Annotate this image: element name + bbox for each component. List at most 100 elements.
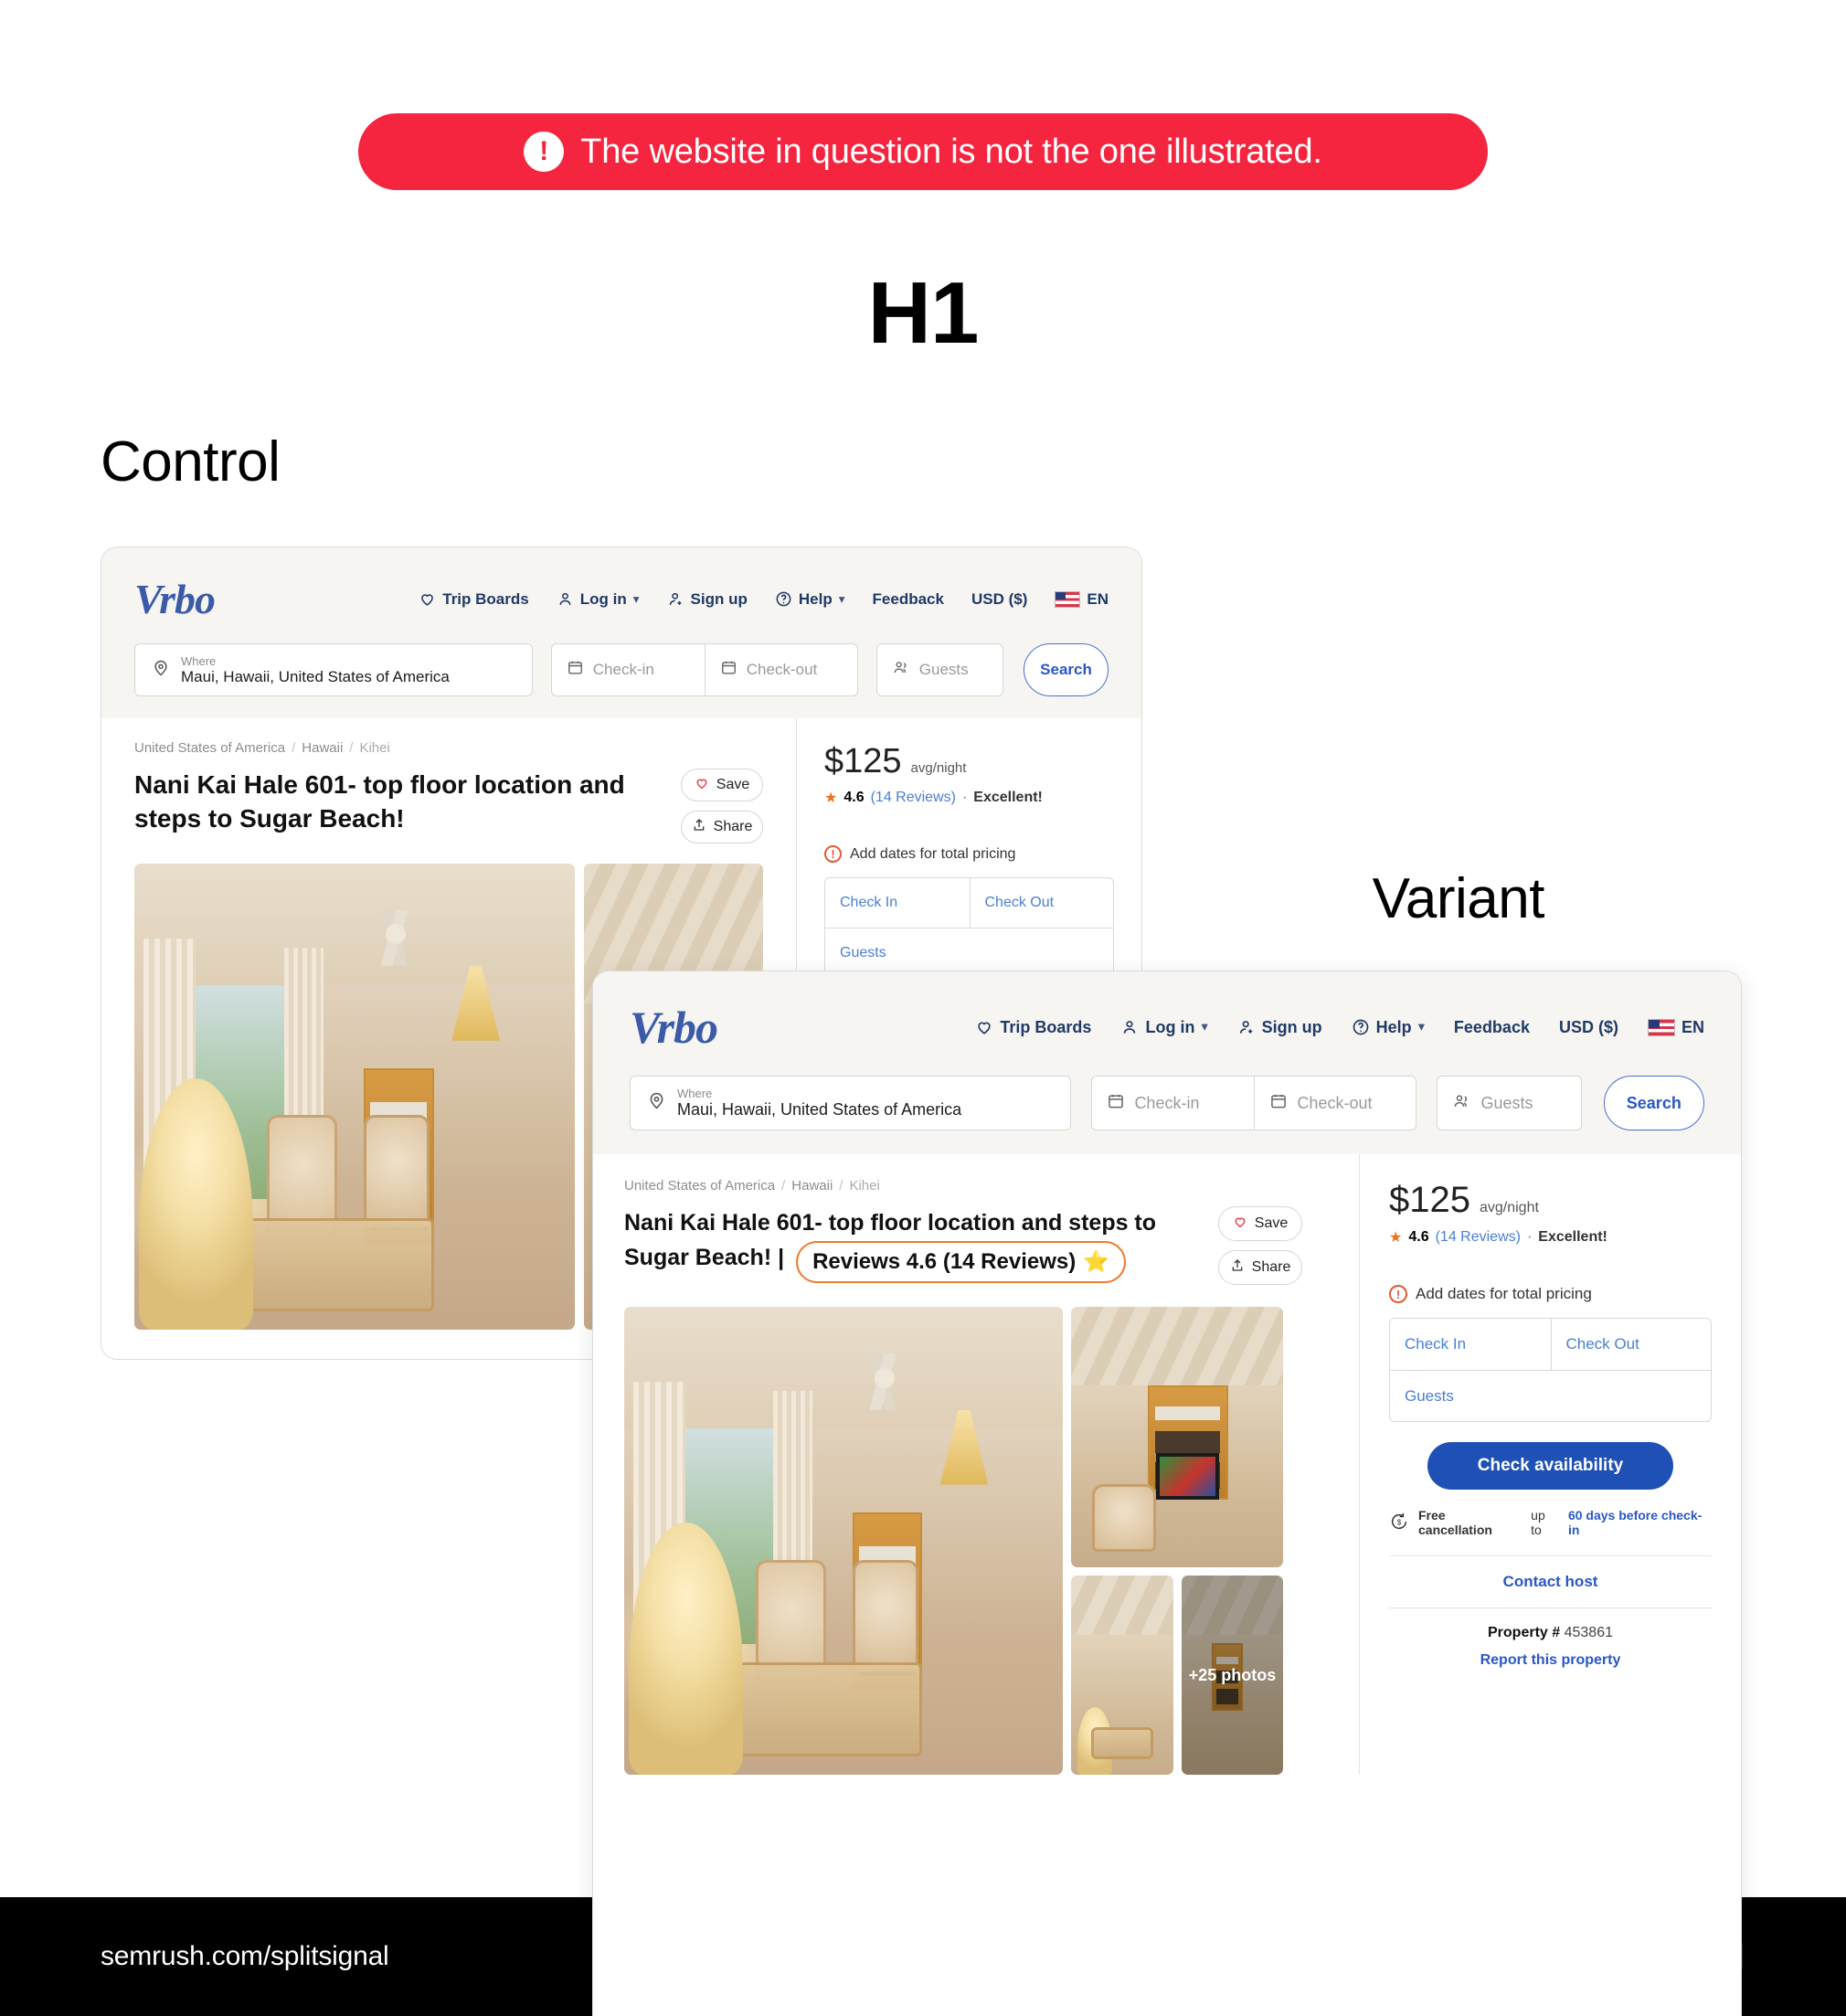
star-icon: ★ bbox=[1389, 1230, 1403, 1246]
vrbo-logo[interactable]: Vrbo bbox=[630, 1001, 718, 1054]
nav-label: EN bbox=[1087, 589, 1109, 608]
exclamation-icon: ! bbox=[524, 132, 565, 172]
price-unit: avg/night bbox=[1479, 1200, 1539, 1215]
cancellation-bold: Free cancellation bbox=[1418, 1508, 1492, 1537]
breadcrumb-item[interactable]: Hawaii bbox=[791, 1178, 833, 1194]
breadcrumb-item: Kihei bbox=[849, 1178, 880, 1194]
user-icon bbox=[557, 590, 574, 608]
search-checkin-input[interactable]: Check-in bbox=[550, 643, 705, 696]
nav-help[interactable]: Help ▾ bbox=[1352, 1018, 1425, 1037]
breadcrumb-item[interactable]: United States of America bbox=[134, 740, 285, 756]
photo-gallery: +25 photos bbox=[624, 1307, 1328, 1775]
share-label: Share bbox=[1251, 1259, 1291, 1275]
photo-main[interactable] bbox=[624, 1307, 1063, 1775]
photo-more-button[interactable]: +25 photos bbox=[1182, 1576, 1283, 1775]
check-in-field[interactable]: Check In bbox=[1390, 1319, 1551, 1370]
nav-currency[interactable]: USD ($) bbox=[971, 590, 1027, 609]
nav-label: Help bbox=[1375, 1017, 1412, 1036]
nav-currency[interactable]: USD ($) bbox=[1559, 1018, 1618, 1037]
search-where-input[interactable]: Where Maui, Hawaii, United States of Ame… bbox=[134, 643, 533, 696]
variant-label: Variant bbox=[1372, 867, 1545, 930]
cancellation-link[interactable]: 60 days before check-in bbox=[1568, 1508, 1712, 1537]
guests-field[interactable]: Guests bbox=[825, 928, 1113, 977]
reviews-badge-text: Reviews 4.6 (14 Reviews) bbox=[812, 1248, 1077, 1274]
variant-site-header: Vrbo Trip Boards Log in ▾ Sign up Help ▾… bbox=[593, 971, 1741, 1154]
search-guests-input[interactable]: Guests bbox=[1437, 1076, 1582, 1130]
photo-main[interactable] bbox=[134, 864, 575, 1330]
calendar-icon bbox=[1269, 1092, 1288, 1115]
breadcrumb: United States of America / Hawaii / Kihe… bbox=[134, 740, 390, 756]
search-where-input[interactable]: Where Maui, Hawaii, United States of Ame… bbox=[630, 1076, 1072, 1130]
nav-sign-up[interactable]: Sign up bbox=[1237, 1018, 1322, 1037]
date-selector-box: Check In Check Out Guests bbox=[1389, 1318, 1712, 1422]
nav-log-in[interactable]: Log in ▾ bbox=[1120, 1018, 1208, 1037]
check-out-field[interactable]: Check Out bbox=[969, 878, 1114, 928]
nav-label: Feedback bbox=[872, 589, 944, 608]
vrbo-logo[interactable]: Vrbo bbox=[134, 575, 216, 623]
search-checkout-input[interactable]: Check-out bbox=[1254, 1076, 1417, 1130]
breadcrumb-item[interactable]: United States of America bbox=[624, 1178, 775, 1194]
search-button[interactable]: Search bbox=[1603, 1076, 1705, 1130]
nav-label: Feedback bbox=[1453, 1017, 1530, 1036]
nav-language[interactable]: EN bbox=[1647, 1017, 1704, 1037]
nav-language[interactable]: EN bbox=[1055, 590, 1109, 609]
nav-feedback[interactable]: Feedback bbox=[1454, 1018, 1530, 1037]
flag-us-icon bbox=[1647, 1018, 1675, 1036]
share-icon bbox=[1230, 1258, 1245, 1278]
user-icon bbox=[1120, 1018, 1139, 1036]
search-guests-input[interactable]: Guests bbox=[875, 643, 1004, 696]
report-property-link[interactable]: Report this property bbox=[1389, 1652, 1712, 1669]
reviews-badge[interactable]: Reviews 4.6 (14 Reviews) ⭐ bbox=[796, 1240, 1126, 1283]
question-circle-icon bbox=[775, 590, 792, 608]
breadcrumb-item[interactable]: Hawaii bbox=[302, 740, 343, 756]
reviews-link[interactable]: (14 Reviews) bbox=[871, 790, 956, 806]
separator: · bbox=[961, 790, 968, 805]
nav-label: Trip Boards bbox=[442, 589, 529, 608]
reviews-link[interactable]: (14 Reviews) bbox=[1436, 1229, 1521, 1246]
checkin-placeholder: Check-in bbox=[1134, 1093, 1200, 1112]
check-out-field[interactable]: Check Out bbox=[1550, 1319, 1712, 1370]
variant-body: United States of America / Hawaii / Kihe… bbox=[593, 1154, 1741, 1775]
photo-secondary[interactable] bbox=[1071, 1307, 1283, 1567]
alert-circle-icon: ! bbox=[1389, 1285, 1407, 1303]
save-button[interactable]: Save bbox=[681, 769, 763, 801]
share-button[interactable]: Share bbox=[1218, 1250, 1302, 1285]
map-pin-icon bbox=[647, 1091, 666, 1115]
contact-host-link[interactable]: Contact host bbox=[1389, 1573, 1712, 1591]
search-checkin-input[interactable]: Check-in bbox=[1091, 1076, 1255, 1130]
nav-feedback[interactable]: Feedback bbox=[873, 590, 944, 609]
check-availability-button[interactable]: Check availability bbox=[1427, 1442, 1673, 1490]
variant-screenshot-card: Vrbo Trip Boards Log in ▾ Sign up Help ▾… bbox=[592, 971, 1742, 2016]
nav-log-in[interactable]: Log in ▾ bbox=[557, 590, 640, 609]
checkout-placeholder: Check-out bbox=[1297, 1093, 1373, 1112]
checkout-placeholder: Check-out bbox=[746, 661, 818, 678]
control-label: Control bbox=[101, 430, 281, 493]
nav-trip-boards[interactable]: Trip Boards bbox=[419, 589, 529, 609]
cancellation-mid: up to bbox=[1531, 1508, 1545, 1537]
search-button[interactable]: Search bbox=[1024, 643, 1109, 696]
flag-us-icon bbox=[1055, 590, 1081, 608]
guests-field[interactable]: Guests bbox=[1390, 1370, 1711, 1421]
nav-help[interactable]: Help ▾ bbox=[775, 590, 845, 609]
rating-row: ★ 4.6 (14 Reviews) · Excellent! bbox=[1389, 1228, 1712, 1247]
check-in-field[interactable]: Check In bbox=[825, 878, 970, 928]
share-button[interactable]: Share bbox=[681, 811, 763, 844]
save-label: Save bbox=[716, 777, 750, 792]
map-pin-icon bbox=[152, 659, 170, 682]
search-checkout-input[interactable]: Check-out bbox=[704, 643, 858, 696]
star-emoji-icon: ⭐ bbox=[1083, 1249, 1109, 1274]
heart-icon bbox=[695, 776, 709, 795]
nav-label: EN bbox=[1681, 1017, 1704, 1036]
footer-url[interactable]: semrush.com/splitsignal bbox=[101, 1941, 389, 1972]
calendar-icon bbox=[567, 659, 584, 681]
heart-icon bbox=[1233, 1215, 1247, 1234]
page-title: H1 bbox=[867, 264, 980, 362]
disclaimer-banner: ! The website in question is not the one… bbox=[358, 113, 1488, 190]
photo-thumb[interactable] bbox=[1071, 1576, 1173, 1775]
save-button[interactable]: Save bbox=[1218, 1206, 1302, 1241]
save-label: Save bbox=[1254, 1215, 1289, 1231]
nav-sign-up[interactable]: Sign up bbox=[667, 590, 748, 609]
price-unit: avg/night bbox=[910, 760, 967, 776]
nav-label: Log in bbox=[579, 589, 627, 608]
nav-trip-boards[interactable]: Trip Boards bbox=[975, 1018, 1091, 1037]
